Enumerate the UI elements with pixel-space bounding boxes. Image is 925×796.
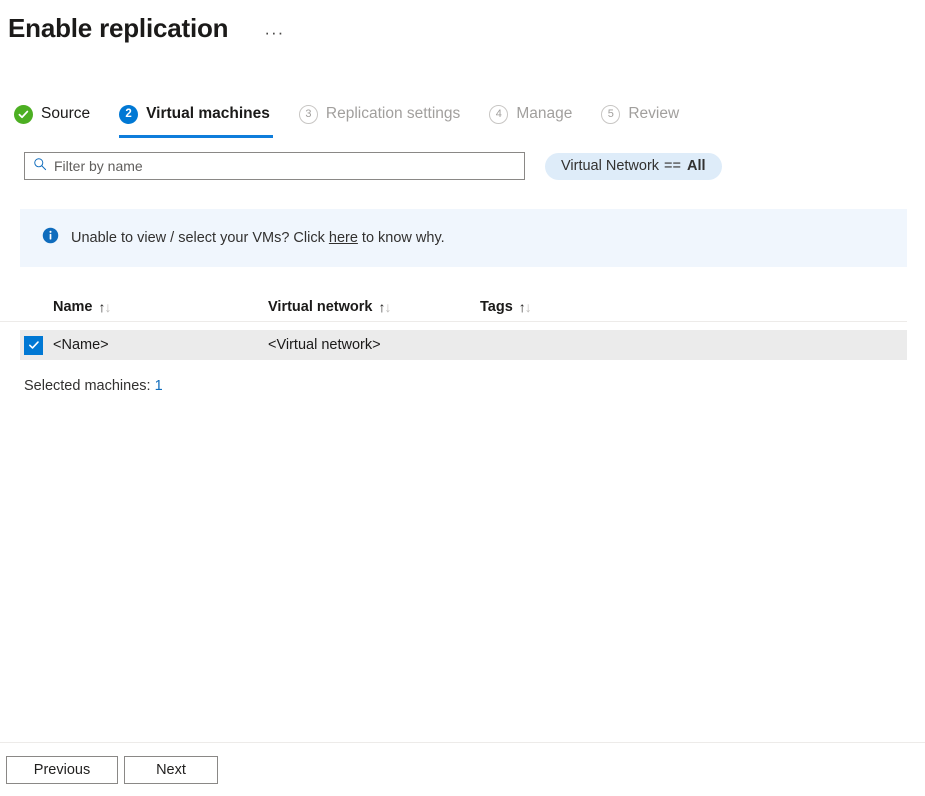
wizard-steps: Source 2 Virtual machines 3 Replication … <box>0 97 925 139</box>
info-banner-text: Unable to view / select your VMs? Click … <box>71 230 445 246</box>
step-number-badge: 2 <box>119 105 138 124</box>
column-header-tags-label: Tags <box>480 299 513 315</box>
row-checkbox[interactable] <box>24 336 43 355</box>
column-header-virtual-network[interactable]: Virtual network ↑↓ <box>268 299 480 315</box>
tab-review-label: Review <box>628 104 679 124</box>
wizard-footer: Previous Next <box>0 742 925 796</box>
tab-virtual-machines[interactable]: 2 Virtual machines <box>119 97 283 131</box>
row-cell-virtual-network: <Virtual network> <box>268 337 480 353</box>
tab-virtual-machines-label: Virtual machines <box>146 104 270 124</box>
column-header-virtual-network-label: Virtual network <box>268 299 372 315</box>
row-cell-name: <Name> <box>53 337 268 353</box>
previous-button[interactable]: Previous <box>6 756 118 784</box>
search-input[interactable] <box>54 158 516 174</box>
sort-arrows-icon[interactable]: ↑↓ <box>378 300 391 314</box>
table-header-row: Name ↑↓ Virtual network ↑↓ Tags ↑↓ <box>0 292 907 322</box>
step-number-badge: 5 <box>601 105 620 124</box>
tab-replication-settings[interactable]: 3 Replication settings <box>299 97 473 131</box>
tab-replication-settings-label: Replication settings <box>326 104 460 124</box>
page-title: Enable replication <box>8 11 228 45</box>
selected-machines-count[interactable]: 1 <box>155 378 163 394</box>
tab-manage-label: Manage <box>516 104 572 124</box>
tab-review[interactable]: 5 Review <box>601 97 692 131</box>
selected-machines-summary: Selected machines: 1 <box>0 378 925 394</box>
filter-pill-field: Virtual Network <box>561 158 659 174</box>
filter-pill-virtual-network[interactable]: Virtual Network == All <box>545 153 722 180</box>
column-header-name[interactable]: Name ↑↓ <box>53 299 268 315</box>
sort-arrows-icon[interactable]: ↑↓ <box>519 300 532 314</box>
check-circle-icon <box>14 105 33 124</box>
table-row[interactable]: <Name> <Virtual network> <box>20 330 907 360</box>
tab-source[interactable]: Source <box>14 97 103 131</box>
selected-machines-label: Selected machines: <box>24 378 155 394</box>
search-icon <box>33 157 47 176</box>
filter-toolbar: Virtual Network == All <box>0 150 925 182</box>
vm-table: Name ↑↓ Virtual network ↑↓ Tags ↑↓ <Name… <box>0 292 925 394</box>
tab-manage[interactable]: 4 Manage <box>489 97 585 131</box>
info-text-after: to know why. <box>358 230 445 246</box>
next-button[interactable]: Next <box>124 756 218 784</box>
sort-arrows-icon[interactable]: ↑↓ <box>99 300 112 314</box>
info-banner-link[interactable]: here <box>329 230 358 246</box>
more-options-icon[interactable]: ··· <box>260 16 288 50</box>
step-number-badge: 4 <box>489 105 508 124</box>
search-box[interactable] <box>24 152 525 180</box>
info-banner: Unable to view / select your VMs? Click … <box>20 209 907 267</box>
column-header-name-label: Name <box>53 299 93 315</box>
tab-source-label: Source <box>41 104 90 124</box>
filter-pill-operator: == <box>664 158 681 174</box>
column-header-tags[interactable]: Tags ↑↓ <box>480 299 600 315</box>
page-header: Enable replication ··· <box>0 0 925 48</box>
info-icon <box>42 227 59 249</box>
filter-pill-value: All <box>687 158 706 174</box>
info-text-before: Unable to view / select your VMs? Click <box>71 230 329 246</box>
step-number-badge: 3 <box>299 105 318 124</box>
